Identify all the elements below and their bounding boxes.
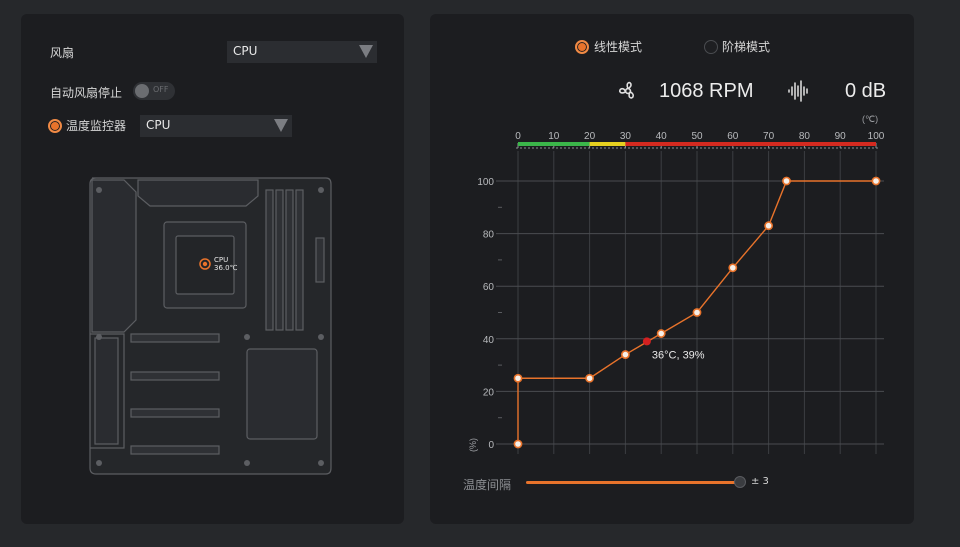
- temp-interval-slider[interactable]: [526, 481, 738, 484]
- cpu-sensor-temp: 36.0℃: [214, 264, 238, 272]
- temperature-color-bar-segment: [589, 142, 626, 146]
- x-tick-label: 30: [620, 131, 632, 142]
- x-tick-label: 80: [799, 131, 811, 142]
- x-tick-label: 90: [835, 131, 847, 142]
- curve-control-point[interactable]: [513, 439, 523, 449]
- step-mode-label: 阶梯模式: [722, 40, 771, 54]
- y-tick-label: 80: [483, 230, 495, 241]
- step-mode-radio[interactable]: [704, 40, 718, 54]
- x-tick-label: 60: [727, 131, 739, 142]
- linear-mode-label: 线性模式: [594, 40, 643, 54]
- x-tick-label: 70: [763, 131, 775, 142]
- temperature-color-bar-segment: [625, 142, 876, 146]
- y-tick-label: 0: [488, 440, 494, 451]
- y-tick-label: 60: [483, 282, 495, 293]
- x-tick-label: 50: [691, 131, 703, 142]
- current-operating-point: [642, 337, 651, 346]
- temp-interval-value: ± 3: [751, 476, 769, 487]
- cpu-sensor-name: CPU: [214, 256, 229, 264]
- curve-control-point[interactable]: [513, 373, 523, 383]
- curve-control-point[interactable]: [728, 263, 738, 273]
- curve-control-point[interactable]: [764, 221, 773, 231]
- motherboard-illustration: [89, 177, 332, 475]
- x-tick-label: 40: [656, 131, 668, 142]
- x-tick-label: 20: [584, 131, 596, 142]
- temp-interval-label: 温度间隔: [463, 478, 512, 492]
- linear-mode-radio[interactable]: [575, 40, 589, 54]
- curve-control-point[interactable]: [656, 329, 666, 338]
- curve-control-point[interactable]: [585, 373, 594, 383]
- y-tick-label: 20: [483, 387, 495, 398]
- y-axis-label: (%): [468, 438, 478, 452]
- curve-control-point[interactable]: [871, 176, 881, 186]
- curve-control-point[interactable]: [620, 350, 630, 359]
- y-tick-label: 40: [483, 335, 495, 346]
- fan-icon: [618, 81, 634, 99]
- temp-interval-slider-handle[interactable]: [734, 476, 746, 488]
- x-tick-label: 100: [868, 131, 885, 142]
- curve-control-point[interactable]: [692, 308, 702, 317]
- fan-curve-chart[interactable]: 0 10 20 30 40 50 60 70 80 90 100 0 20 40 60 80 100 (℃) (%)…: [430, 100, 914, 480]
- curve-control-point[interactable]: [782, 176, 791, 186]
- x-tick-label: 0: [515, 131, 521, 142]
- y-tick-label: 100: [477, 177, 494, 188]
- x-tick-label: 10: [548, 131, 560, 142]
- temperature-color-bar-segment: [518, 142, 590, 146]
- x-axis-label: (℃): [862, 114, 878, 124]
- current-point-label: 36°C, 39%: [652, 349, 705, 361]
- sound-wave-icon: [788, 80, 808, 102]
